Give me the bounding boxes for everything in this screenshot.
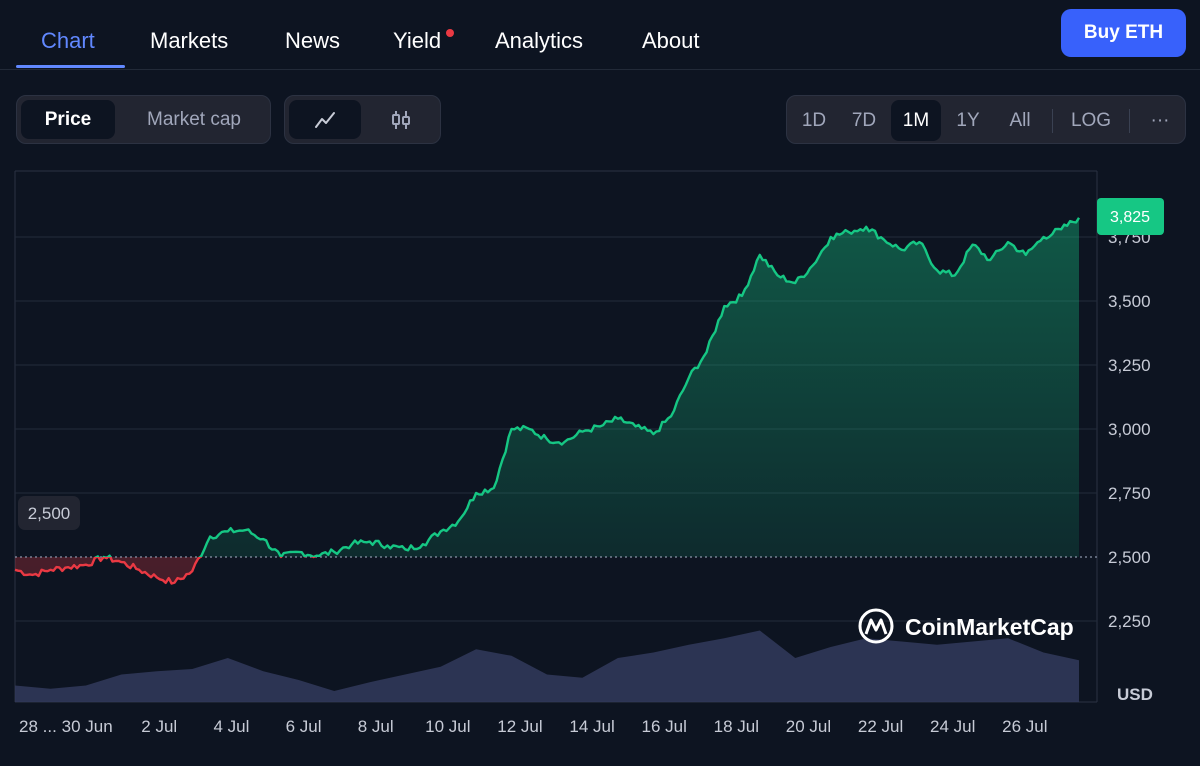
y-tick-label: 2,250	[1108, 612, 1151, 631]
x-tick-label: 12 Jul	[497, 717, 542, 736]
range-1d-button[interactable]: 1D	[791, 100, 837, 141]
notification-dot-icon	[446, 29, 454, 37]
range-selector: 1D 7D 1M 1Y All LOG ···	[786, 95, 1186, 144]
candlestick-icon	[392, 110, 410, 129]
tab-chart[interactable]: Chart	[41, 28, 95, 54]
x-tick-label: 6 Jul	[286, 717, 322, 736]
volume-shape	[15, 630, 1079, 702]
x-tick-label: 14 Jul	[569, 717, 614, 736]
y-tick-label: 3,250	[1108, 356, 1151, 375]
candlestick-chart-button[interactable]	[365, 100, 437, 139]
currency-label: USD	[1117, 685, 1153, 704]
tab-about[interactable]: About	[642, 28, 700, 54]
range-1m-button[interactable]: 1M	[891, 100, 941, 141]
top-nav: Chart Markets News Yield Analytics About…	[0, 0, 1200, 70]
x-tick-label: 30 Jun	[62, 717, 113, 736]
reference-price-badge: 2,500	[18, 496, 80, 530]
y-tick-label: 3,500	[1108, 292, 1151, 311]
x-tick-label: 26 Jul	[1002, 717, 1047, 736]
range-divider	[1052, 109, 1053, 133]
range-7d-button[interactable]: 7D	[841, 100, 887, 141]
x-tick-label: 18 Jul	[714, 717, 759, 736]
range-divider	[1129, 109, 1130, 133]
price-toggle-button[interactable]: Price	[21, 100, 115, 139]
volume-area	[15, 630, 1079, 702]
tab-markets[interactable]: Markets	[150, 28, 228, 54]
coinmarketcap-logo-icon	[858, 608, 894, 644]
reference-price-label: 2,500	[28, 504, 71, 523]
tab-analytics[interactable]: Analytics	[495, 28, 583, 54]
x-tick-label: 22 Jul	[858, 717, 903, 736]
price-marketcap-toggle: Price Market cap	[16, 95, 271, 144]
range-all-button[interactable]: All	[995, 100, 1045, 141]
range-1y-button[interactable]: 1Y	[945, 100, 991, 141]
price-chart[interactable]: 2,2502,5002,7503,0003,2503,5003,750 28 .…	[0, 160, 1200, 766]
x-axis: 28 ... 30 Jun 2 Jul 4 Jul 6 Jul 8 Jul 10 Jul 12…	[19, 717, 1048, 736]
x-tick-label: 28 ...	[19, 717, 57, 736]
tab-news[interactable]: News	[285, 28, 340, 54]
x-tick-label: 24 Jul	[930, 717, 975, 736]
x-tick-label: 8 Jul	[358, 717, 394, 736]
active-tab-indicator	[16, 65, 125, 68]
chart-type-toggle	[284, 95, 441, 144]
y-axis: 2,2502,5002,7503,0003,2503,5003,750	[1108, 228, 1151, 631]
current-price-label: 3,825	[1110, 209, 1150, 226]
x-tick-label: 4 Jul	[213, 717, 249, 736]
y-tick-label: 2,500	[1108, 548, 1151, 567]
x-tick-label: 16 Jul	[642, 717, 687, 736]
coinmarketcap-watermark: CoinMarketCap	[858, 608, 1074, 644]
x-tick-label: 20 Jul	[786, 717, 831, 736]
current-price-badge: 3,825	[1097, 198, 1164, 235]
more-options-button[interactable]: ···	[1137, 100, 1183, 141]
watermark-text: CoinMarketCap	[905, 614, 1074, 640]
x-tick-label: 2 Jul	[141, 717, 177, 736]
y-tick-label: 3,000	[1108, 420, 1151, 439]
y-tick-label: 2,750	[1108, 484, 1151, 503]
market-cap-toggle-button[interactable]: Market cap	[121, 100, 267, 139]
buy-eth-button[interactable]: Buy ETH	[1061, 9, 1186, 57]
line-chart-icon	[315, 111, 335, 128]
log-scale-button[interactable]: LOG	[1059, 100, 1123, 141]
line-chart-button[interactable]	[289, 100, 361, 139]
tab-yield[interactable]: Yield	[393, 28, 441, 54]
x-tick-label: 10 Jul	[425, 717, 470, 736]
